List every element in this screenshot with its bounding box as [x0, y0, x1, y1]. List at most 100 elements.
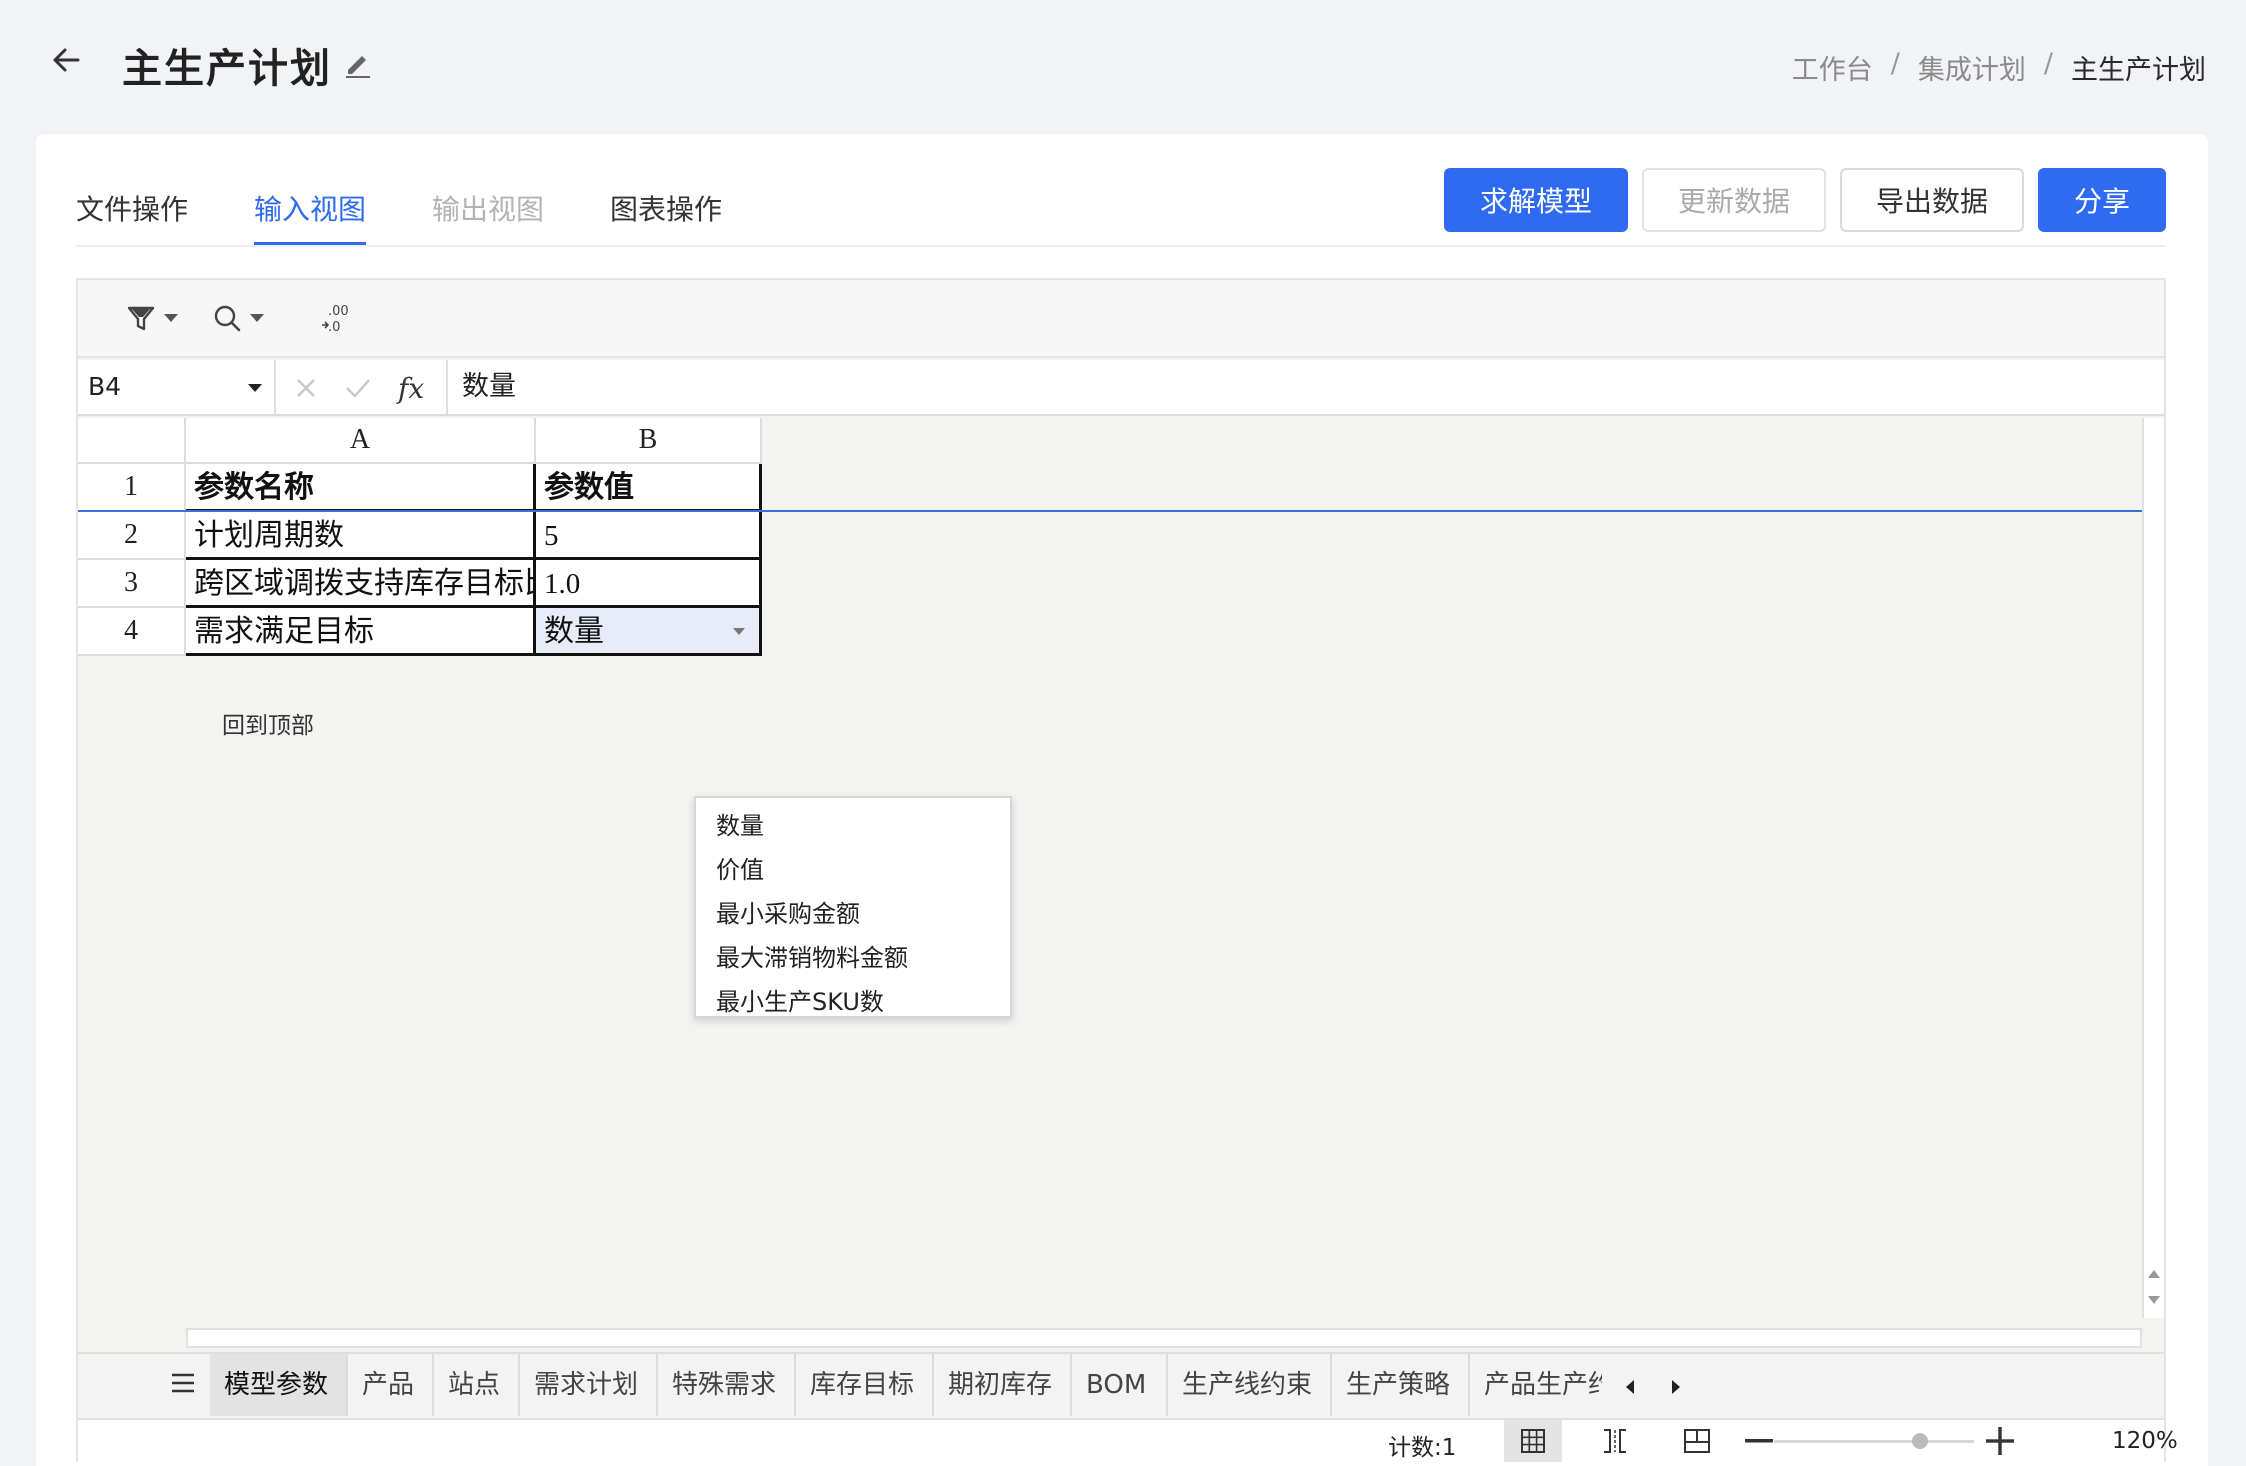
cell-b2[interactable]: 5 — [536, 512, 762, 560]
decimal-format-button[interactable]: .00 .0 — [320, 298, 352, 338]
cell-dropdown-list: 数量 价值 最小采购金额 最大滞销物料金额 最小生产SKU数 — [694, 796, 1012, 1018]
zoom-out-button[interactable] — [1742, 1420, 1776, 1462]
sheet-tab-special-demand[interactable]: 特殊需求 — [658, 1354, 796, 1416]
update-data-button[interactable]: 更新数据 — [1642, 168, 1826, 232]
sheet-tab-sites[interactable]: 站点 — [434, 1354, 520, 1416]
filter-icon — [127, 306, 155, 331]
sheet-tab-initial-inventory[interactable]: 期初库存 — [934, 1354, 1072, 1416]
cell-a3[interactable]: 跨区域调拨支持库存目标比例 — [186, 560, 536, 608]
tabs-divider — [76, 245, 2166, 247]
edit-pencil-icon[interactable] — [342, 48, 374, 80]
chevron-down-icon[interactable] — [733, 628, 745, 635]
confirm-check-icon[interactable] — [344, 376, 372, 400]
cell-a4[interactable]: 需求满足目标 — [186, 608, 536, 656]
tab-scroll-right-icon[interactable] — [1672, 1380, 1680, 1394]
horizontal-scrollbar[interactable] — [186, 1328, 2142, 1348]
search-dropdown[interactable] — [212, 298, 264, 338]
dropdown-option-value[interactable]: 价值 — [696, 848, 1010, 892]
svg-text:.0: .0 — [328, 320, 340, 335]
export-data-button[interactable]: 导出数据 — [1840, 168, 2024, 232]
vertical-scrollbar[interactable] — [2142, 418, 2164, 1318]
chevron-down-icon — [248, 384, 262, 392]
sheet-tab-bom[interactable]: BOM — [1072, 1354, 1168, 1416]
freeze-line — [78, 510, 2142, 512]
scroll-up-icon[interactable] — [2148, 1270, 2160, 1278]
page-break-view-button[interactable] — [1586, 1420, 1644, 1462]
breadcrumb-separator: / — [1890, 48, 1900, 79]
sheet-tab-model-params[interactable]: 模型参数 — [210, 1354, 348, 1416]
breadcrumb-separator: / — [2043, 48, 2053, 79]
status-bar: 计数:1 120% — [78, 1418, 2178, 1462]
dropdown-option-quantity[interactable]: 数量 — [696, 804, 1010, 848]
sheet-tab-line-constraints[interactable]: 生产线约束 — [1168, 1354, 1332, 1416]
row-header-4[interactable]: 4 — [78, 608, 186, 656]
back-arrow-icon[interactable] — [48, 40, 88, 80]
svg-text:.00: .00 — [328, 304, 349, 319]
cancel-x-icon[interactable] — [294, 376, 318, 400]
cell-a1[interactable]: 参数名称 — [186, 464, 536, 512]
sheet-tab-production-strategy[interactable]: 生产策略 — [1332, 1354, 1470, 1416]
breadcrumb: 工作台 / 集成计划 / 主生产计划 — [1792, 48, 2206, 87]
plus-icon — [1986, 1427, 2014, 1455]
cell-b3[interactable]: 1.0 — [536, 560, 762, 608]
cell-b4-selected[interactable]: 数量 — [536, 608, 762, 656]
cell-b4-value: 数量 — [544, 614, 604, 649]
zoom-slider[interactable] — [1774, 1440, 1974, 1443]
formula-actions: fx — [294, 370, 424, 406]
solve-model-button[interactable]: 求解模型 — [1444, 168, 1628, 232]
formula-bar: B4 fx 数量 — [78, 360, 2164, 416]
column-header-b[interactable]: B — [536, 418, 762, 464]
scroll-down-icon[interactable] — [2148, 1296, 2160, 1304]
page-layout-view-button[interactable] — [1668, 1420, 1726, 1462]
chevron-down-icon — [250, 314, 264, 322]
row-header-2[interactable]: 2 — [78, 512, 186, 560]
cell-name-box[interactable]: B4 — [78, 360, 276, 416]
back-to-top-link[interactable]: 回到顶部 — [222, 706, 314, 740]
spreadsheet: .00 .0 B4 fx 数量 A B 1 2 3 4 参数名称 参数值 计划周… — [76, 278, 2178, 1462]
grid-view-icon — [1521, 1429, 1545, 1453]
breadcrumb-item-integrated-plan[interactable]: 集成计划 — [1918, 48, 2026, 87]
formula-input[interactable]: 数量 — [446, 360, 2162, 414]
grid-corner[interactable] — [78, 418, 186, 464]
row-header-1[interactable]: 1 — [78, 464, 186, 512]
sheet-toolbar: .00 .0 — [78, 280, 2164, 358]
dropdown-option-max-slow-moving[interactable]: 最大滞销物料金额 — [696, 936, 1010, 980]
share-button[interactable]: 分享 — [2038, 168, 2166, 232]
decimal-icon: .00 .0 — [322, 304, 349, 335]
column-header-a[interactable]: A — [186, 418, 536, 464]
filter-dropdown[interactable] — [126, 298, 178, 338]
breadcrumb-item-workbench[interactable]: 工作台 — [1792, 48, 1873, 87]
view-tabs: 文件操作 输入视图 输出视图 图表操作 — [76, 182, 788, 252]
tab-file-ops[interactable]: 文件操作 — [76, 182, 188, 246]
top-bar: 主生产计划 工作台 / 集成计划 / 主生产计划 — [0, 0, 2246, 134]
sheet-tab-products[interactable]: 产品 — [348, 1354, 434, 1416]
chevron-down-icon — [164, 314, 178, 322]
tab-input-view[interactable]: 输入视图 — [254, 182, 367, 246]
zoom-in-button[interactable] — [1980, 1420, 2020, 1462]
sheet-tab-product-production[interactable]: 产品生产约 — [1470, 1354, 1602, 1416]
sheet-tab-bar: 模型参数 产品 站点 需求计划 特殊需求 库存目标 期初库存 BOM 生产线约束… — [78, 1352, 2164, 1418]
sheet-grid: A B 1 2 3 4 参数名称 参数值 计划周期数 5 跨区域调拨支持库存目标… — [78, 418, 2164, 1318]
selection-count: 计数:1 — [1388, 1435, 1457, 1461]
dropdown-option-min-sku[interactable]: 最小生产SKU数 — [696, 980, 1010, 1024]
sheet-tab-demand-plan[interactable]: 需求计划 — [520, 1354, 658, 1416]
tab-output-view[interactable]: 输出视图 — [432, 182, 544, 246]
cell-a2[interactable]: 计划周期数 — [186, 512, 536, 560]
normal-view-button[interactable] — [1504, 1420, 1562, 1462]
dropdown-option-min-purchase[interactable]: 最小采购金额 — [696, 892, 1010, 936]
tab-scroll-left-icon[interactable] — [1626, 1380, 1634, 1394]
row-header-3[interactable]: 3 — [78, 560, 186, 608]
cell-reference: B4 — [88, 372, 122, 401]
zoom-level: 120% — [2112, 1428, 2178, 1454]
function-icon[interactable]: fx — [398, 372, 424, 405]
tab-chart-ops[interactable]: 图表操作 — [610, 182, 722, 246]
breadcrumb-item-current: 主生产计划 — [2071, 55, 2206, 86]
main-card: 文件操作 输入视图 输出视图 图表操作 求解模型 更新数据 导出数据 分享 .0… — [36, 134, 2208, 1466]
sheet-list-menu-icon[interactable] — [170, 1370, 196, 1396]
page-break-icon — [1604, 1429, 1626, 1453]
sheet-tab-inventory-target[interactable]: 库存目标 — [796, 1354, 934, 1416]
cell-b1[interactable]: 参数值 — [536, 464, 762, 512]
page-layout-icon — [1684, 1429, 1710, 1453]
minus-icon — [1745, 1439, 1773, 1443]
zoom-slider-handle[interactable] — [1912, 1433, 1928, 1449]
